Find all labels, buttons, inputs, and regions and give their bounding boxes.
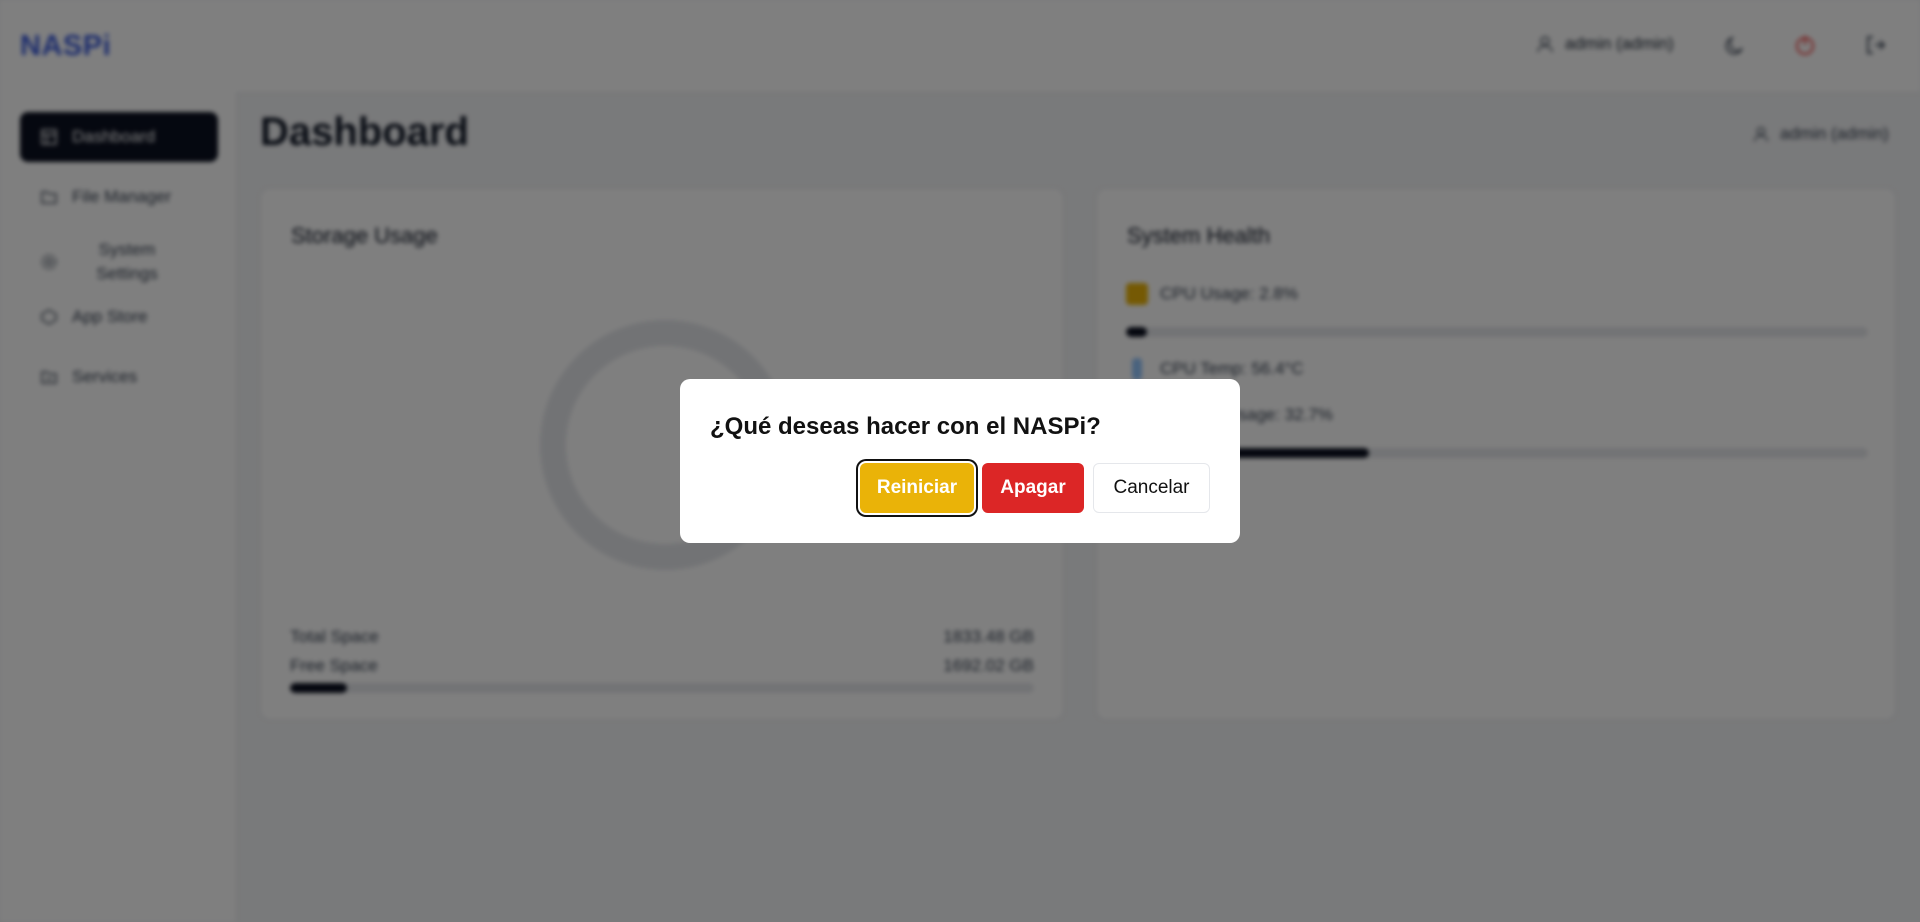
restart-button[interactable]: Reiniciar (860, 463, 974, 513)
shutdown-button[interactable]: Apagar (982, 463, 1084, 513)
dialog-title: ¿Qué deseas hacer con el NASPi? (710, 413, 1101, 440)
power-dialog: ¿Qué deseas hacer con el NASPi? Reinicia… (680, 379, 1240, 543)
cancel-button[interactable]: Cancelar (1093, 463, 1210, 513)
